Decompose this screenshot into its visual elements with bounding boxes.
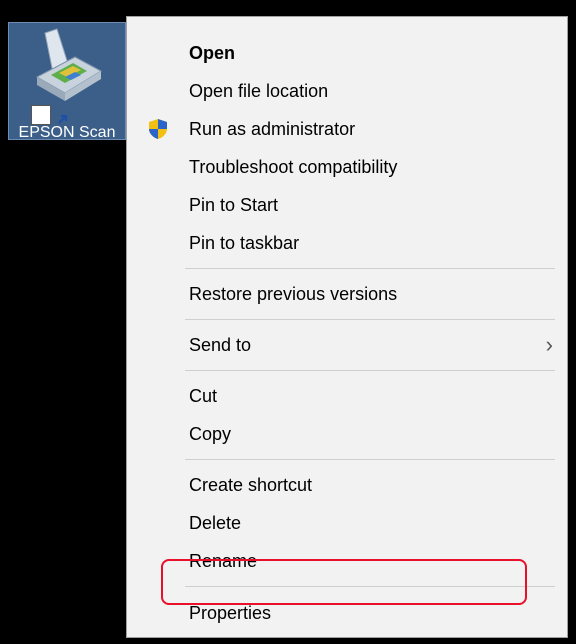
menu-item-label: Copy bbox=[189, 424, 232, 444]
chevron-right-icon: › bbox=[545, 332, 553, 357]
menu-item-label: Open bbox=[189, 43, 236, 63]
desktop-icon-label: EPSON Scan bbox=[18, 124, 116, 141]
menu-item-label: Troubleshoot compatibility bbox=[189, 157, 398, 177]
menu-item-label: Restore previous versions bbox=[189, 284, 398, 304]
menu-item-rename[interactable]: Rename bbox=[127, 542, 567, 580]
menu-item-run-as-administrator[interactable]: Run as administrator bbox=[127, 110, 567, 148]
scanner-icon bbox=[35, 28, 103, 101]
menu-item-send-to[interactable]: Send to › bbox=[127, 326, 567, 364]
menu-item-label: Create shortcut bbox=[189, 475, 313, 495]
menu-item-label: Pin to taskbar bbox=[189, 233, 300, 253]
menu-item-label: Pin to Start bbox=[189, 195, 279, 215]
menu-item-label: Send to bbox=[189, 335, 252, 355]
menu-item-copy[interactable]: Copy bbox=[127, 415, 567, 453]
menu-separator bbox=[185, 586, 555, 587]
menu-item-properties[interactable]: Properties bbox=[127, 593, 567, 633]
menu-item-label: Cut bbox=[189, 386, 218, 406]
menu-separator bbox=[185, 459, 555, 460]
menu-item-create-shortcut[interactable]: Create shortcut bbox=[127, 466, 567, 504]
menu-item-restore-previous-versions[interactable]: Restore previous versions bbox=[127, 275, 567, 313]
uac-shield-icon bbox=[149, 119, 167, 139]
menu-item-label: Properties bbox=[189, 603, 272, 623]
menu-item-troubleshoot-compatibility[interactable]: Troubleshoot compatibility bbox=[127, 148, 567, 186]
menu-item-label: Open file location bbox=[189, 81, 329, 101]
menu-item-open[interactable]: Open bbox=[127, 34, 567, 72]
menu-item-open-file-location[interactable]: Open file location bbox=[127, 72, 567, 110]
menu-item-label: Delete bbox=[189, 513, 242, 533]
context-menu: Open Open file location Run as administr… bbox=[126, 16, 568, 638]
menu-item-cut[interactable]: Cut bbox=[127, 377, 567, 415]
menu-item-pin-to-taskbar[interactable]: Pin to taskbar bbox=[127, 224, 567, 262]
menu-item-pin-to-start[interactable]: Pin to Start bbox=[127, 186, 567, 224]
menu-item-label: Rename bbox=[189, 551, 258, 571]
shortcut-arrow-icon bbox=[31, 105, 68, 125]
menu-item-label: Run as administrator bbox=[189, 119, 356, 139]
menu-separator bbox=[185, 370, 555, 371]
menu-separator bbox=[185, 319, 555, 320]
menu-item-delete[interactable]: Delete bbox=[127, 504, 567, 542]
desktop-shortcut-epson-scan[interactable]: EPSON Scan bbox=[8, 22, 126, 141]
menu-separator bbox=[185, 268, 555, 269]
